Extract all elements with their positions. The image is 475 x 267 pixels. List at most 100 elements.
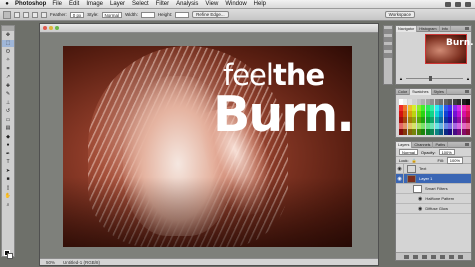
style-select[interactable]: Normal [101,11,123,18]
tab-swatches[interactable]: Swatches [410,88,432,95]
document-canvas[interactable]: feelthe Burn. [63,46,352,247]
add-style-icon[interactable] [413,254,418,259]
swatch-cell[interactable] [461,129,466,135]
new-selection-icon[interactable] [14,11,20,18]
swatch-cell[interactable] [412,123,417,129]
menu-filter[interactable]: Filter [156,1,169,7]
swatch-cell[interactable] [452,129,457,135]
document-titlebar[interactable] [40,24,378,33]
swatch-cell[interactable] [416,105,421,111]
layer-row-smart-filters[interactable]: Smart Filters [396,184,471,194]
swatch-cell[interactable] [452,117,457,123]
swatch-cell[interactable] [448,123,453,129]
panel-menu-icon[interactable] [465,27,469,30]
clone-source-panel-icon[interactable] [384,53,392,58]
swatch-cell[interactable] [407,99,412,105]
swatch-cell[interactable] [434,129,439,135]
apple-icon[interactable]: ● [3,1,11,7]
eye-icon[interactable]: ◉ [396,164,404,173]
swatch-cell[interactable] [425,129,430,135]
swatch-cell[interactable] [466,111,470,117]
menu-help[interactable]: Help [254,1,266,7]
swatch-cell[interactable] [425,111,430,117]
add-mask-icon[interactable] [422,254,427,259]
swatch-cell[interactable] [448,99,453,105]
swatch-cell[interactable] [466,99,470,105]
actions-panel-icon[interactable] [384,37,392,42]
swatch-cell[interactable] [399,111,403,117]
swatch-cell[interactable] [443,129,448,135]
notes-tool-icon[interactable]: ▯ [2,184,14,191]
swatch-cell[interactable] [439,111,444,117]
swatch-cell[interactable] [452,111,457,117]
swatch-cell[interactable] [412,99,417,105]
swatch-cell[interactable] [412,105,417,111]
subtract-selection-icon[interactable] [32,11,38,18]
swatch-cell[interactable] [425,123,430,129]
swatch-cell[interactable] [416,111,421,117]
search-icon[interactable] [465,1,471,7]
path-selection-icon[interactable]: ➤ [2,167,14,174]
swatch-cell[interactable] [430,99,435,105]
swatch-cell[interactable] [434,111,439,117]
crop-tool-icon[interactable]: ⌗ [2,65,14,72]
tab-styles[interactable]: Styles [432,88,447,95]
feather-input[interactable]: 0 px [69,11,85,18]
swatch-cell[interactable] [448,105,453,111]
swatch-cell[interactable] [421,129,426,135]
brush-tool-icon[interactable]: ✎ [2,91,14,98]
link-layers-icon[interactable] [404,254,409,259]
menu-image[interactable]: Image [86,1,103,7]
swatch-cell[interactable] [434,117,439,123]
swatch-cell[interactable] [421,99,426,105]
refine-edge-button[interactable]: Refine Edge... [192,11,229,18]
swatch-cell[interactable] [412,129,417,135]
lock-icon[interactable]: 🔒 [412,158,417,163]
swatch-cell[interactable] [416,123,421,129]
opacity-input[interactable]: 100% [438,149,455,155]
marquee-tool-preset-icon[interactable] [3,10,11,19]
swatch-cell[interactable] [399,99,403,105]
volume-icon[interactable] [455,1,461,7]
tab-channels[interactable]: Channels [412,141,434,148]
swatch-cell[interactable] [461,111,466,117]
width-input[interactable] [140,11,155,18]
marquee-tool-icon[interactable]: ⬚ [2,39,14,47]
blend-mode-select[interactable]: Normal [399,149,418,155]
swatch-cell[interactable] [430,111,435,117]
swatch-cell[interactable] [403,117,408,123]
swatch-cell[interactable] [430,123,435,129]
tab-info[interactable]: Info [440,25,451,32]
swatch-cell[interactable] [403,129,408,135]
menu-window[interactable]: Window [225,1,246,7]
swatch-cell[interactable] [457,123,462,129]
zoom-window-icon[interactable] [55,26,59,30]
history-brush-icon[interactable]: ↺ [2,108,14,115]
swatch-cell[interactable] [457,117,462,123]
swatch-cell[interactable] [407,117,412,123]
swatch-cell[interactable] [430,117,435,123]
new-layer-icon[interactable] [449,254,454,259]
swatch-cell[interactable] [412,111,417,117]
eye-icon[interactable]: ◉ [396,174,404,183]
eraser-icon[interactable]: ▭ [2,116,14,123]
layer-row-diffuse-glow[interactable]: ◉ Diffuse Glow [396,204,471,214]
trash-icon[interactable] [458,254,463,259]
swatch-cell[interactable] [434,123,439,129]
swatch-cell[interactable] [434,105,439,111]
swatch-cell[interactable] [399,105,403,111]
panel-menu-icon[interactable] [465,143,469,146]
dodge-tool-icon[interactable]: ● [2,142,14,149]
minimize-icon[interactable] [49,26,53,30]
document-info[interactable]: Untitled-1 (RGB/8) [63,260,100,265]
swatch-cell[interactable] [443,111,448,117]
menu-analysis[interactable]: Analysis [176,1,198,7]
swatch-cell[interactable] [407,105,412,111]
filter-eye-icon[interactable]: ◉ [418,206,422,212]
move-tool-icon[interactable]: ✥ [2,31,14,38]
swatch-cell[interactable] [407,111,412,117]
history-panel-icon[interactable] [384,29,392,34]
swatch-cell[interactable] [412,117,417,123]
swatch-cell[interactable] [452,105,457,111]
navigator-thumbnail[interactable]: Burn. [425,34,474,64]
